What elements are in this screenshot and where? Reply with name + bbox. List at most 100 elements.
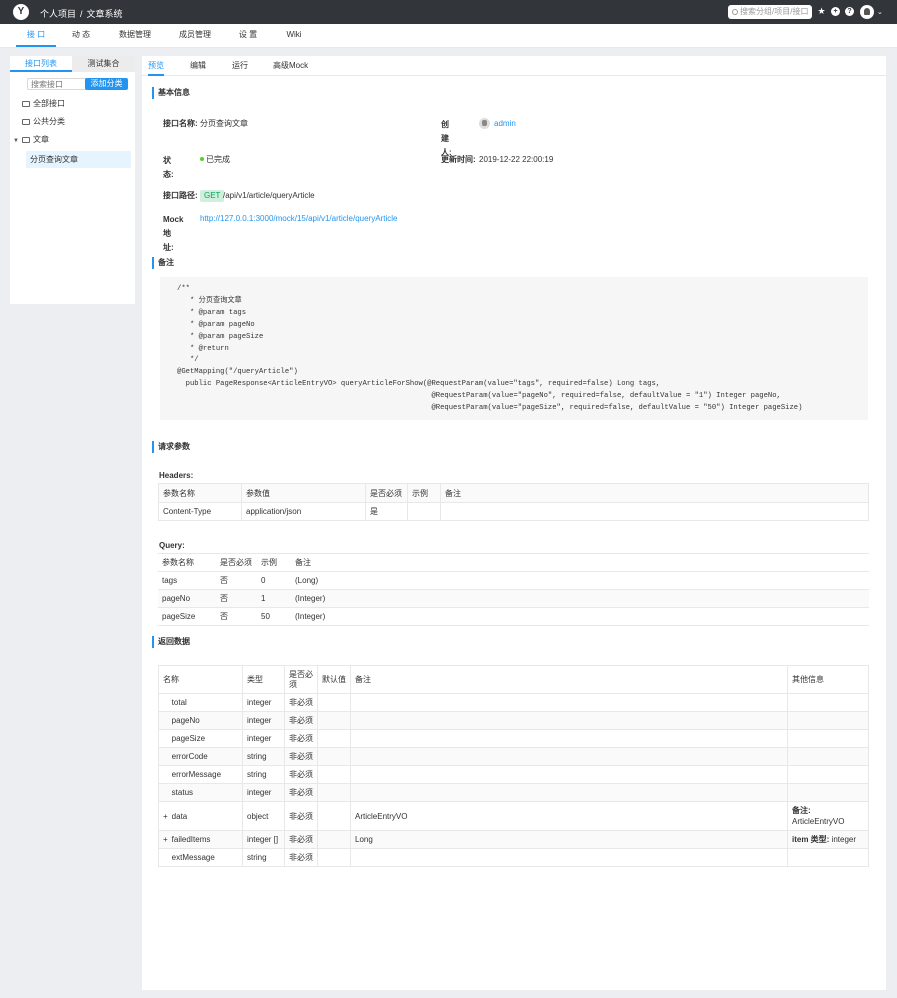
sidebar-item-query-article[interactable]: 分页查询文章 (26, 151, 131, 168)
section-response-data: 返回数据 (152, 636, 190, 648)
table-cell: item 类型: integer (787, 830, 869, 849)
tab-advanced-mock[interactable]: 高级Mock (273, 56, 308, 76)
column-header: 参数值 (241, 483, 366, 503)
tab-wiki[interactable]: Wiki (280, 24, 308, 47)
sidebar-item-all[interactable]: 全部接口 (22, 97, 65, 111)
table-cell (317, 801, 351, 831)
table-cell: integer (242, 783, 285, 802)
chevron-down-icon[interactable]: ⌄ (877, 8, 883, 16)
table-cell (317, 830, 351, 849)
tab-interface[interactable]: 接 口 (16, 24, 56, 47)
mock-url-link[interactable]: http://127.0.0.1:3000/mock/15/api/v1/art… (200, 213, 397, 225)
breadcrumb-system[interactable]: 文章系统 (87, 9, 123, 19)
table-cell: 非必须 (284, 783, 318, 802)
table-row: +pageSize integer 非必须 (158, 729, 869, 748)
table-row: Content-Type application/json 是 (158, 502, 869, 521)
table-cell: 非必须 (284, 765, 318, 784)
column-header: 示例 (257, 553, 291, 572)
column-header: 默认值 (317, 665, 351, 694)
table-cell: (Integer) (291, 589, 869, 608)
table-cell (317, 693, 351, 712)
table-cell: Content-Type (158, 502, 242, 521)
headers-label: Headers: (159, 471, 194, 480)
table-cell (787, 765, 869, 784)
tab-edit[interactable]: 编辑 (190, 56, 206, 76)
table-cell: Long (350, 830, 788, 849)
expand-icon[interactable]: + (163, 812, 168, 821)
add-icon[interactable]: + (831, 7, 840, 16)
tab-settings[interactable]: 设 置 (232, 24, 264, 47)
field-name: pageNo (171, 716, 200, 725)
interface-sidebar: 接口列表 测试集合 添加分类 全部接口 公共分类 ▼ 文章 分页查询文章 (10, 56, 135, 304)
table-cell (317, 711, 351, 730)
detail-tabs: 预览 编辑 运行 高级Mock (142, 56, 886, 76)
creator-avatar (479, 118, 490, 129)
sidebar-item-label: 文章 (32, 135, 49, 144)
interface-search-input[interactable] (27, 78, 93, 90)
other-info-key: item 类型: (792, 835, 830, 844)
section-request-params: 请求参数 (152, 441, 190, 453)
table-cell: + data (158, 801, 243, 831)
table-cell (317, 848, 351, 867)
field-name: status (171, 788, 194, 797)
logo-icon[interactable]: Y (13, 4, 29, 20)
caret-down-icon[interactable]: ▼ (13, 134, 19, 148)
table-cell (787, 783, 869, 802)
creator-link[interactable]: admin (494, 118, 516, 130)
global-search-input[interactable]: 搜索分组/项目/接口 (728, 5, 812, 19)
breadcrumb-project[interactable]: 个人项目 (40, 9, 76, 19)
sidebar-item-public[interactable]: 公共分类 (22, 115, 65, 129)
tab-test-collection[interactable]: 测试集合 (72, 56, 135, 72)
tab-interface-list[interactable]: 接口列表 (10, 56, 72, 72)
table-cell: 否 (216, 607, 257, 626)
table-row: +extMessage string 非必须 (158, 848, 869, 867)
table-cell: 否 (216, 571, 257, 590)
column-header: 备注 (350, 665, 788, 694)
table-cell (317, 729, 351, 748)
field-name: total (171, 698, 187, 707)
column-header: 类型 (242, 665, 285, 694)
expand-icon[interactable]: + (163, 835, 168, 844)
table-cell: 非必须 (284, 729, 318, 748)
add-category-button[interactable]: 添加分类 (85, 78, 128, 90)
table-cell: 非必须 (284, 848, 318, 867)
search-icon (732, 9, 738, 15)
query-label: Query: (159, 541, 185, 550)
table-cell (350, 711, 788, 730)
table-cell: 非必须 (284, 747, 318, 766)
field-name: errorCode (171, 752, 208, 761)
sidebar-item-article[interactable]: ▼ 文章 (13, 133, 49, 147)
tab-activity[interactable]: 动 态 (64, 24, 98, 47)
table-cell: +status (158, 783, 243, 802)
table-cell: 0 (257, 571, 291, 590)
tab-data-management[interactable]: 数据管理 (114, 24, 156, 47)
table-cell (787, 747, 869, 766)
table-cell (317, 747, 351, 766)
field-name: pageSize (171, 734, 206, 743)
table-cell (787, 848, 869, 867)
star-icon[interactable]: ★ (817, 7, 826, 16)
breadcrumb-separator: / (80, 9, 83, 19)
field-name: errorMessage (171, 770, 222, 779)
mock-url-label: Mock地 址: (163, 215, 184, 252)
column-header: 参数名称 (158, 483, 242, 503)
table-header-row: 参数名称 参数值 是否必须 示例 备注 (158, 483, 869, 503)
table-cell: tags (158, 571, 216, 590)
interface-name-value: 分页查询文章 (200, 119, 248, 128)
help-icon[interactable]: ? (845, 7, 854, 16)
column-header: 备注 (291, 553, 869, 572)
user-avatar[interactable] (860, 5, 874, 19)
table-cell (787, 693, 869, 712)
column-header: 备注 (440, 483, 869, 503)
table-cell: +total (158, 693, 243, 712)
table-cell: integer (242, 711, 285, 730)
folder-open-icon (21, 137, 30, 143)
column-header: 是否必须 (284, 665, 318, 694)
table-cell: 非必须 (284, 693, 318, 712)
response-table: 名称 类型 是否必须 默认值 备注 其他信息 +total integer 非必… (158, 665, 869, 867)
tab-preview[interactable]: 预览 (148, 56, 164, 76)
tab-run[interactable]: 运行 (232, 56, 248, 76)
tab-member-management[interactable]: 成员管理 (174, 24, 216, 47)
headers-table: 参数名称 参数值 是否必须 示例 备注 Content-Type applica… (158, 483, 869, 521)
table-cell: +pageNo (158, 711, 243, 730)
